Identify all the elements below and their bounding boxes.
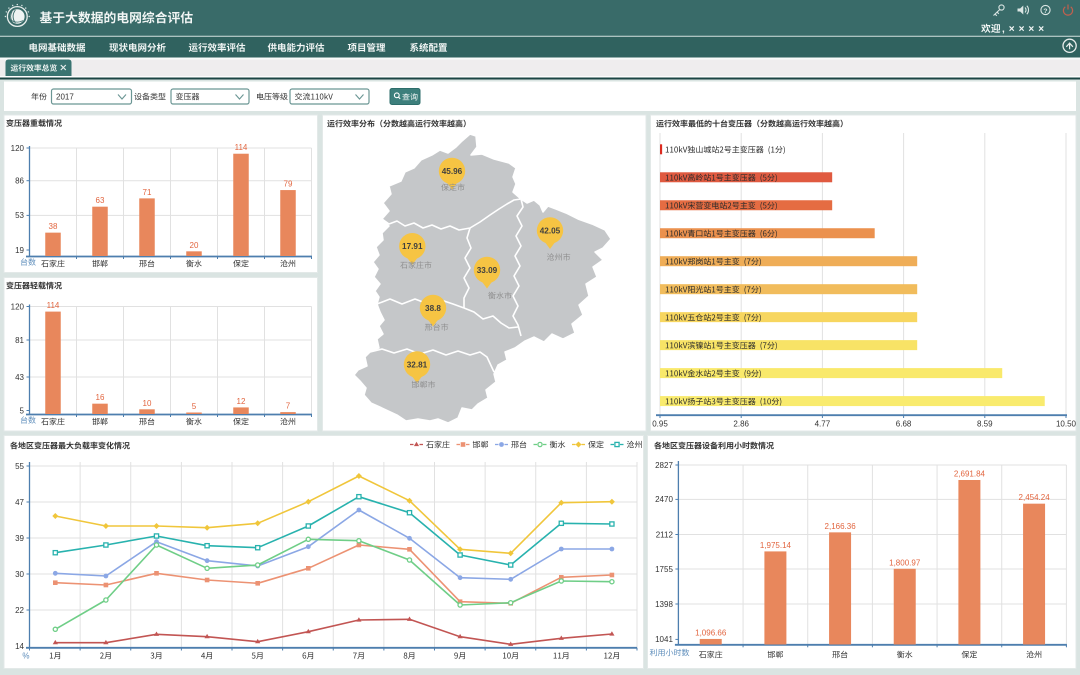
svg-text:2470: 2470 <box>655 495 673 504</box>
svg-text:43: 43 <box>15 373 24 382</box>
svg-text:6.68: 6.68 <box>896 420 912 429</box>
svg-text:120: 120 <box>11 302 25 311</box>
svg-text:?: ? <box>1043 8 1047 15</box>
svg-text:114: 114 <box>235 143 248 152</box>
svg-text:63: 63 <box>96 196 105 205</box>
svg-text:79: 79 <box>284 180 293 189</box>
svg-text:0.95: 0.95 <box>652 420 668 429</box>
svg-text:47: 47 <box>15 498 24 507</box>
svg-text:5: 5 <box>192 402 197 411</box>
svg-text:16: 16 <box>96 393 105 402</box>
svg-text:1755: 1755 <box>655 565 673 574</box>
svg-text:2827: 2827 <box>655 461 673 470</box>
svg-text:42.05: 42.05 <box>540 226 561 235</box>
svg-text:1041: 1041 <box>655 635 673 644</box>
svg-text:55: 55 <box>15 462 24 471</box>
svg-text:2.86: 2.86 <box>733 420 749 429</box>
svg-text:1398: 1398 <box>655 600 673 609</box>
svg-text:30: 30 <box>15 570 24 579</box>
svg-text:19: 19 <box>15 246 24 255</box>
svg-text:38: 38 <box>49 222 58 231</box>
svg-text:22: 22 <box>15 606 24 615</box>
svg-text:71: 71 <box>143 188 152 197</box>
svg-text:45.96: 45.96 <box>442 167 463 176</box>
svg-text:8.59: 8.59 <box>977 420 993 429</box>
svg-text:114: 114 <box>47 301 60 310</box>
svg-text:17.91: 17.91 <box>402 242 423 251</box>
svg-text:20: 20 <box>190 241 199 250</box>
svg-text:10.50: 10.50 <box>1056 420 1077 429</box>
svg-text:4.77: 4.77 <box>815 420 831 429</box>
svg-text:7: 7 <box>286 402 291 411</box>
svg-text:1,096.66: 1,096.66 <box>695 629 727 638</box>
svg-text:39: 39 <box>15 534 24 543</box>
svg-text:86: 86 <box>15 177 24 186</box>
svg-text:5: 5 <box>20 406 25 415</box>
svg-text:1,800.97: 1,800.97 <box>889 558 921 567</box>
svg-text:2112: 2112 <box>656 530 674 539</box>
svg-text:38.8: 38.8 <box>425 304 441 313</box>
svg-text:120: 120 <box>11 144 25 153</box>
svg-text:81: 81 <box>15 336 24 345</box>
svg-text:, × × × ×: , × × × × <box>1002 24 1045 35</box>
svg-text:%: % <box>22 652 29 661</box>
svg-text:53: 53 <box>15 211 24 220</box>
svg-text:2017: 2017 <box>56 93 74 102</box>
svg-text:2,166.36: 2,166.36 <box>825 522 857 531</box>
svg-text:10: 10 <box>143 399 152 408</box>
svg-text:33.09: 33.09 <box>477 266 498 275</box>
svg-text:14: 14 <box>15 642 24 651</box>
svg-text:12: 12 <box>237 397 246 406</box>
svg-text:2,454.24: 2,454.24 <box>1019 493 1051 502</box>
svg-text:32.81: 32.81 <box>407 360 428 369</box>
svg-text:2,691.84: 2,691.84 <box>954 470 986 479</box>
svg-text:1,975.14: 1,975.14 <box>760 541 792 550</box>
